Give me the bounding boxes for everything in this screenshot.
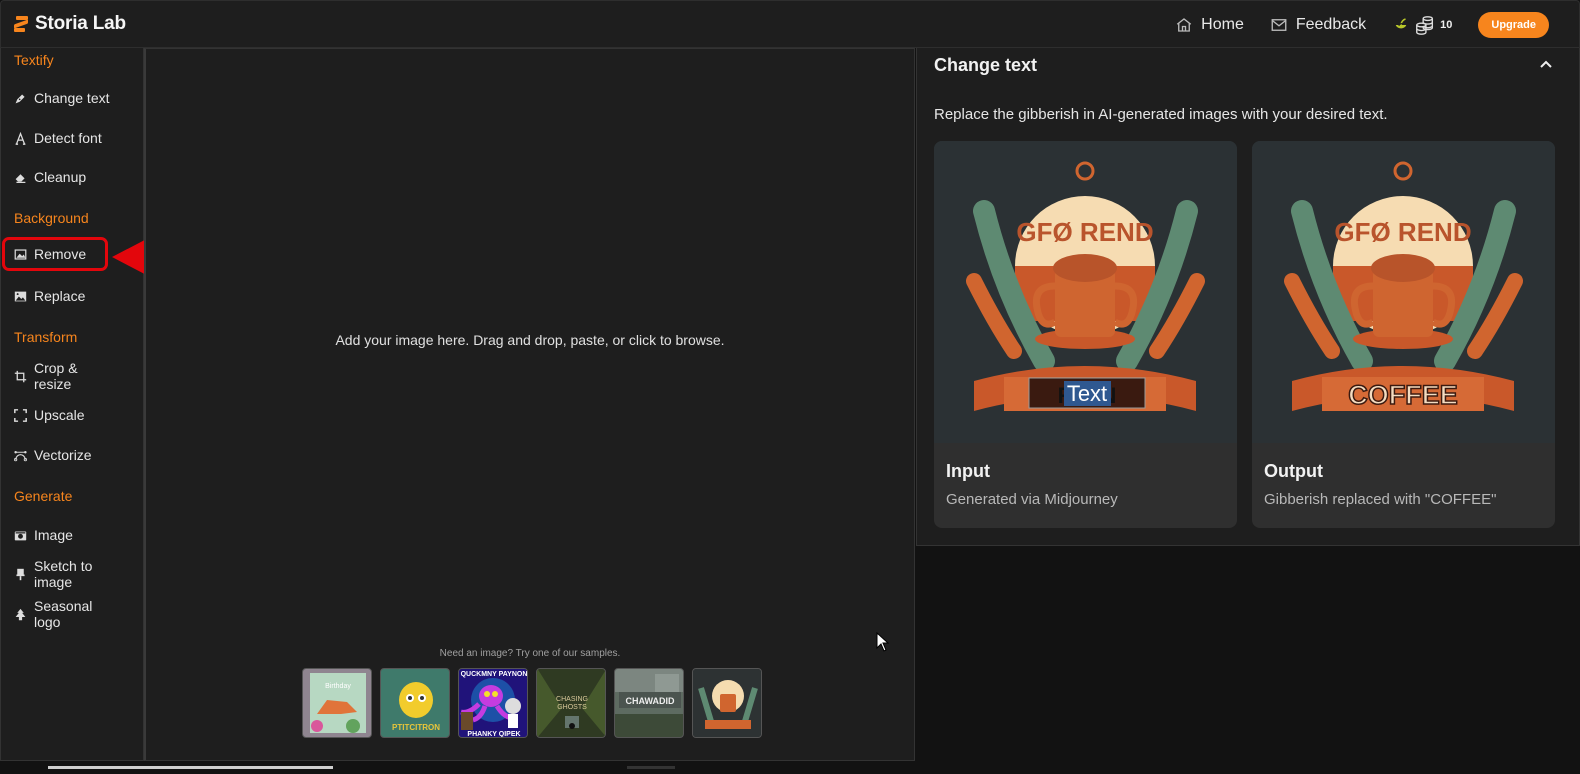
sample-ghosts-image: CHASINGGHOSTS: [537, 669, 605, 737]
sample-thumbnail[interactable]: CHASING GHOSTS: [536, 668, 606, 738]
sample-birthday-image: Birthday: [310, 673, 366, 733]
pen-nib-icon: [15, 93, 25, 103]
sidebar-item-upscale[interactable]: Upscale: [5, 398, 111, 432]
sample-chawadid-image: CHAWADID: [615, 669, 683, 737]
card-subtitle: Generated via Midjourney: [946, 491, 1118, 508]
credits-indicator[interactable]: 10: [1392, 14, 1452, 36]
sidebar-item-remove[interactable]: Remove: [2, 237, 108, 271]
svg-text:PHANKY QIPEK: PHANKY QIPEK: [467, 731, 520, 738]
sample-thumbnail[interactable]: [692, 668, 762, 738]
section-label-generate: Generate: [14, 488, 73, 504]
sidebar-item-detect-font[interactable]: Detect font: [5, 121, 111, 155]
example-card-input: GFØ REND RI EN Text Input Generated via …: [934, 141, 1237, 528]
svg-text:GHOSTS: GHOSTS: [557, 704, 587, 711]
svg-text:CHAWADID: CHAWADID: [626, 696, 675, 706]
sidebar-item-label: Sketch to image: [34, 558, 93, 590]
section-label-background: Background: [14, 210, 89, 226]
sidebar-item-image[interactable]: Image: [5, 518, 111, 552]
image-dropzone[interactable]: Add your image here. Drag and drop, past…: [144, 48, 915, 761]
sample-thumbnail[interactable]: Birthday: [302, 668, 372, 738]
card-title: Output: [1264, 461, 1323, 481]
nav-home-label: Home: [1201, 16, 1244, 33]
crop-icon: [14, 370, 27, 382]
nav-feedback[interactable]: Feedback: [1270, 16, 1366, 34]
sidebar-item-label: Vectorize: [34, 447, 92, 463]
brush-icon: [16, 568, 25, 580]
expand-icon: [14, 408, 27, 422]
sidebar-item-label: Cleanup: [34, 169, 87, 185]
image-icon: [14, 291, 27, 301]
image-outline-icon: [14, 248, 27, 260]
info-panel: Change text Replace the gibberish in AI-…: [916, 48, 1580, 546]
svg-text:Birthday: Birthday: [325, 683, 351, 690]
output-banner-text: COFFEE: [1348, 380, 1458, 410]
example-card-output: GFØ REND COFFEE Output Gibberish replace…: [1252, 141, 1555, 528]
upgrade-button[interactable]: Upgrade: [1478, 12, 1549, 38]
sample-lemon-image: PTITCITRON: [392, 682, 440, 732]
taskbar-fragment: [48, 766, 333, 769]
svg-text:PTITCITRON: PTITCITRON: [392, 723, 440, 732]
panel-title: Change text: [934, 55, 1038, 75]
samples-label: Need an image? Try one of our samples.: [439, 648, 621, 659]
svg-text:QUCKMNY PAYNON: QUCKMNY PAYNON: [461, 671, 527, 678]
sidebar-item-sketch-to-image[interactable]: Sketch to image: [5, 557, 111, 591]
sidebar-item-seasonal-logo[interactable]: Seasonal logo: [5, 597, 111, 631]
sidebar-item-replace[interactable]: Replace: [5, 279, 111, 313]
sidebar-item-cleanup[interactable]: Cleanup: [5, 160, 111, 194]
top-bar: Storia Lab Home Feedback 10 Upgrade: [0, 0, 1580, 48]
sidebar-item-label: Replace: [34, 288, 86, 304]
sidebar-item-label: Image: [34, 527, 73, 543]
nav-feedback-label: Feedback: [1295, 16, 1367, 33]
plant-badge-icon: [1395, 18, 1407, 29]
panel-description: Replace the gibberish in AI-generated im…: [934, 106, 1388, 123]
card-subtitle: Gibberish replaced with "COFFEE": [1264, 491, 1497, 508]
sidebar-item-change-text[interactable]: Change text: [5, 81, 111, 115]
sidebar-item-label: Detect font: [34, 130, 102, 146]
font-icon: [15, 131, 26, 145]
output-image-top-text: GFØ REND: [1334, 217, 1471, 247]
card-title: Input: [946, 461, 990, 481]
camera-icon: [14, 530, 27, 540]
sample-coffee-image: [693, 669, 761, 737]
taskbar-fragment: [627, 766, 675, 769]
sample-thumbnail[interactable]: CHAWADID: [614, 668, 684, 738]
sidebar: Textify Change text Detect font Cleanup …: [0, 48, 144, 761]
sample-thumbnail[interactable]: QUCKMNY PAYNON PHANKY QIPEK: [458, 668, 528, 738]
sidebar-item-label: Change text: [34, 90, 110, 106]
sample-octopus-image: QUCKMNY PAYNON PHANKY QIPEK: [459, 669, 527, 738]
input-example-image: GFØ REND RI EN Text: [934, 141, 1237, 443]
home-icon: [1177, 18, 1192, 32]
coins-icon: [1416, 16, 1434, 35]
eraser-icon: [15, 173, 26, 183]
input-edit-text[interactable]: Text: [1067, 381, 1107, 406]
sample-thumbnails: Birthday PTITCITRON QUCKMNY PAYNON PHANKY…: [302, 668, 762, 738]
logo[interactable]: Storia Lab: [13, 13, 126, 35]
section-label-transform: Transform: [14, 329, 78, 345]
sample-thumbnail[interactable]: PTITCITRON: [380, 668, 450, 738]
dropzone-prompt: Add your image here. Drag and drop, past…: [335, 332, 725, 348]
nav-home[interactable]: Home: [1175, 16, 1244, 34]
storia-logo-icon: [13, 15, 29, 33]
chevron-up-icon[interactable]: [1539, 57, 1553, 71]
section-label-textify: Textify: [14, 52, 54, 68]
svg-text:CHASING: CHASING: [556, 696, 588, 703]
tree-icon: [15, 608, 26, 620]
mail-icon: [1271, 19, 1287, 31]
sidebar-item-label: Remove: [34, 246, 87, 262]
bezier-icon: [14, 450, 27, 461]
sidebar-item-vectorize[interactable]: Vectorize: [5, 438, 111, 472]
sidebar-item-label: Upscale: [34, 407, 85, 423]
credits-count: 10: [1440, 19, 1453, 31]
app-name: Storia Lab: [35, 13, 126, 34]
sidebar-item-label: Seasonal logo: [34, 598, 93, 630]
sidebar-item-label: Crop & resize: [34, 360, 78, 392]
mouse-cursor-icon: [876, 632, 890, 652]
sidebar-item-crop-resize[interactable]: Crop & resize: [5, 359, 111, 393]
input-image-top-text: GFØ REND: [1016, 217, 1153, 247]
output-example-image: GFØ REND COFFEE: [1252, 141, 1555, 443]
